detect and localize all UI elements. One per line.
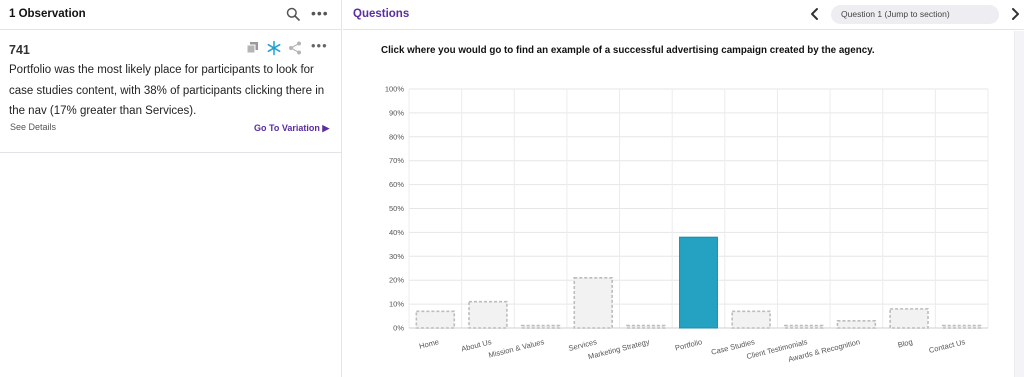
- bar-services[interactable]: [573, 277, 613, 329]
- bar-client-testimonials[interactable]: [784, 324, 824, 329]
- observation-card: 741 ••• Portfolio was the most likely pl…: [0, 31, 342, 153]
- category-label: Mission & Values: [488, 337, 546, 360]
- bar-case-studies[interactable]: [731, 310, 771, 329]
- bar-blog[interactable]: [889, 308, 929, 329]
- chevron-left-icon[interactable]: [809, 7, 821, 21]
- category-label: Contact Us: [928, 337, 966, 355]
- bar-mission-values[interactable]: [520, 324, 561, 329]
- y-tick-label: 100%: [385, 85, 405, 94]
- y-tick-label: 20%: [389, 276, 404, 285]
- observations-title: 1 Observation: [9, 8, 86, 20]
- bar-marketing-strategy[interactable]: [626, 324, 666, 329]
- card-more-icon[interactable]: •••: [311, 38, 333, 54]
- observations-panel: 1 Observation ••• 741 ••• Portfolio was …: [0, 0, 342, 377]
- see-details-link[interactable]: See Details: [10, 122, 56, 132]
- y-tick-label: 0%: [393, 324, 404, 333]
- more-icon[interactable]: •••: [311, 5, 329, 21]
- question-text: Click where you would go to find an exam…: [381, 45, 875, 56]
- questions-header: Questions Question 1 (Jump to section): [343, 0, 1024, 30]
- bar-portfolio[interactable]: [679, 236, 718, 329]
- category-label: Portfolio: [674, 337, 703, 352]
- chevron-right-icon[interactable]: [1009, 7, 1021, 21]
- category-label: Blog: [897, 337, 914, 349]
- y-tick-label: 70%: [389, 156, 404, 165]
- copy-icon[interactable]: [245, 40, 261, 56]
- question-jump-select[interactable]: Question 1 (Jump to section): [831, 5, 999, 24]
- observation-number: 741: [9, 43, 30, 57]
- snowflake-icon[interactable]: [266, 40, 282, 56]
- bar-home[interactable]: [415, 310, 456, 329]
- y-tick-label: 50%: [389, 204, 404, 213]
- y-tick-label: 80%: [389, 132, 404, 141]
- questions-title: Questions: [353, 8, 410, 20]
- bar-contact-us[interactable]: [941, 324, 982, 329]
- results-bar-chart: 0%10%20%30%40%50%60%70%80%90%100%Home Abo…: [385, 85, 989, 364]
- bar-about-us[interactable]: [468, 300, 508, 329]
- category-label: Marketing Strategy: [587, 337, 650, 361]
- y-tick-label: 30%: [389, 252, 404, 261]
- y-tick-label: 60%: [389, 180, 404, 189]
- observation-text: Portfolio was the most likely place for …: [9, 64, 325, 117]
- y-tick-label: 10%: [389, 300, 404, 309]
- y-tick-label: 40%: [389, 228, 404, 237]
- category-label: Home: [418, 337, 440, 351]
- scrollbar[interactable]: [1014, 31, 1024, 377]
- share-icon[interactable]: [287, 40, 303, 56]
- search-icon[interactable]: [286, 7, 300, 21]
- bar-awards-recognition[interactable]: [836, 320, 877, 329]
- go-to-variation-link[interactable]: Go To Variation ▶: [254, 123, 329, 134]
- y-tick-label: 90%: [389, 108, 404, 117]
- observations-header: 1 Observation •••: [0, 0, 342, 30]
